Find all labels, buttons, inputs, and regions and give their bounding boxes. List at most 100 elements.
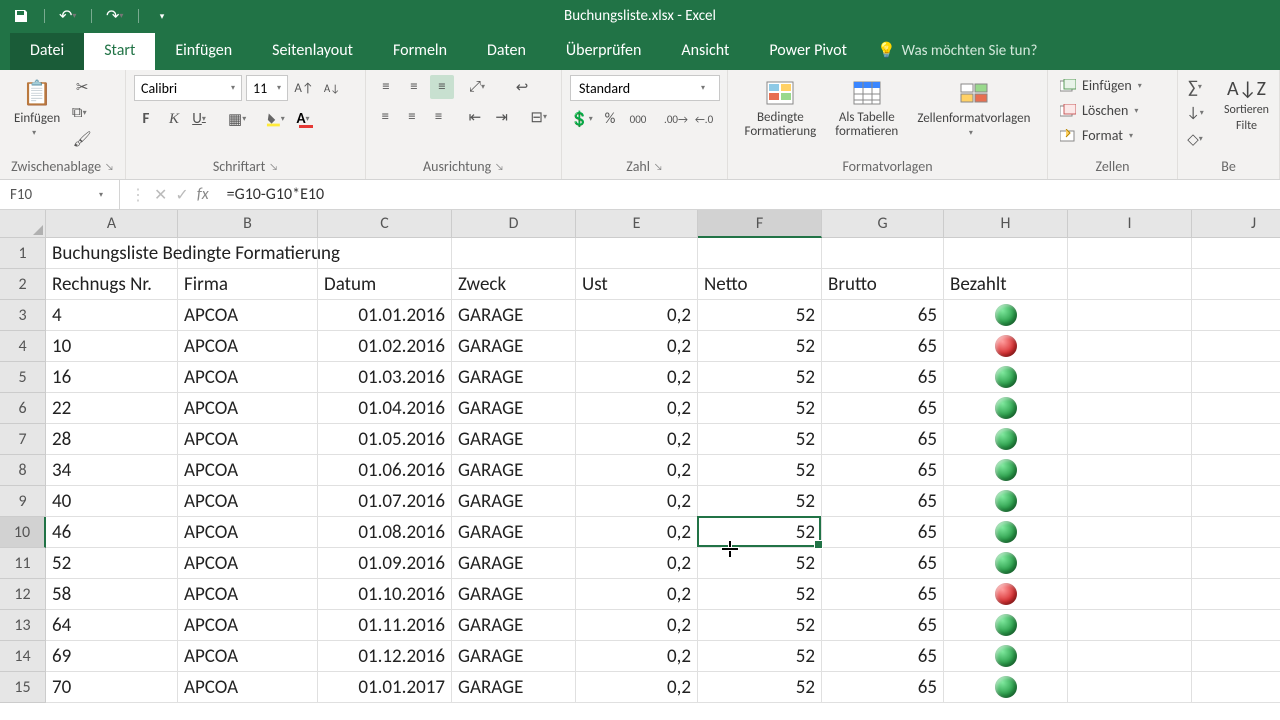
cell[interactable] [1068,486,1192,516]
cell[interactable] [1068,424,1192,454]
cell[interactable] [944,610,1068,640]
cell[interactable] [1068,579,1192,609]
cell[interactable]: 01.09.2016 [318,548,452,578]
chevron-down-icon[interactable]: ▾ [99,190,109,200]
fill-color-button[interactable]: ▾ [266,107,290,131]
cancel-formula-icon[interactable]: ✕ [154,185,167,205]
cell[interactable] [944,362,1068,392]
dialog-launcher-icon[interactable]: ↘ [654,160,663,173]
row-header[interactable]: 4 [0,331,46,362]
increase-decimal-icon[interactable]: .00→ [664,107,688,131]
chevron-down-icon[interactable]: ▾ [701,83,711,93]
cell[interactable]: APCOA [178,486,318,516]
thousands-format-icon[interactable]: 000 [626,107,650,131]
sort-filter-button[interactable]: A↓Z Sortieren Filte [1218,75,1275,151]
font-size-select[interactable]: ▾ [246,75,288,101]
cell[interactable]: Bezahlt [944,269,1068,299]
cell[interactable]: APCOA [178,672,318,702]
tab-formulas[interactable]: Formeln [373,33,467,70]
column-header[interactable]: H [944,210,1068,238]
paste-button[interactable]: 📋 Einfügen ▾ [8,75,66,151]
name-box[interactable]: F10 ▾ [0,180,120,209]
cell[interactable]: 0,2 [576,579,698,609]
align-bottom-icon[interactable]: ≡ [430,75,454,99]
cell[interactable]: 65 [822,610,944,640]
cell[interactable]: 01.04.2016 [318,393,452,423]
tab-powerpivot[interactable]: Power Pivot [749,33,867,70]
cell[interactable]: 58 [46,579,178,609]
cell[interactable] [944,672,1068,702]
orientation-icon[interactable]: ⤢▾ [468,75,492,99]
cell[interactable] [944,238,1068,268]
dialog-launcher-icon[interactable]: ↘ [269,160,278,173]
cell[interactable]: 65 [822,300,944,330]
cell[interactable]: GARAGE [452,393,576,423]
cut-icon[interactable]: ✂ [70,75,94,99]
cell[interactable]: 65 [822,517,944,547]
chevron-down-icon[interactable]: ▾ [72,11,77,21]
chevron-down-icon[interactable]: ▾ [119,11,124,21]
cell[interactable] [1192,548,1280,578]
select-all-corner[interactable] [0,210,46,238]
cell[interactable] [944,641,1068,671]
cell[interactable]: GARAGE [452,610,576,640]
cell[interactable] [1192,331,1280,361]
cell[interactable]: 01.10.2016 [318,579,452,609]
formula-input[interactable]: =G10-G10*E10 [219,180,1280,209]
row-header[interactable]: 13 [0,610,46,641]
cell[interactable]: GARAGE [452,455,576,485]
cell[interactable]: 28 [46,424,178,454]
cell[interactable]: 52 [698,517,822,547]
cell[interactable]: 0,2 [576,672,698,702]
cell[interactable]: 52 [698,393,822,423]
cell[interactable]: APCOA [178,641,318,671]
align-right-icon[interactable]: ≡ [427,105,450,129]
decrease-font-icon[interactable]: A↓ [320,76,344,100]
cell[interactable] [1068,610,1192,640]
cell[interactable]: 65 [822,424,944,454]
align-left-icon[interactable]: ≡ [374,105,397,129]
cell[interactable] [1068,641,1192,671]
row-header[interactable]: 2 [0,269,46,300]
fill-icon[interactable]: ↓▾ [1186,101,1210,125]
cell[interactable]: 01.02.2016 [318,331,452,361]
cell[interactable]: 01.07.2016 [318,486,452,516]
column-header[interactable]: E [576,210,698,238]
cell[interactable]: 01.12.2016 [318,641,452,671]
cell[interactable]: 0,2 [576,362,698,392]
tab-insert[interactable]: Einfügen [155,33,252,70]
undo-icon[interactable]: ↶▾ [59,7,77,25]
format-painter-icon[interactable]: 🖌 [70,127,94,151]
cell[interactable]: APCOA [178,424,318,454]
dialog-launcher-icon[interactable]: ↘ [105,160,114,173]
cell[interactable] [1192,641,1280,671]
cell[interactable] [822,238,944,268]
dialog-launcher-icon[interactable]: ↘ [495,160,504,173]
cell[interactable] [178,238,318,268]
row-header[interactable]: 8 [0,455,46,486]
cell[interactable]: 10 [46,331,178,361]
cell[interactable] [1068,331,1192,361]
cell[interactable] [944,424,1068,454]
percent-format-icon[interactable]: % [598,107,622,131]
cell[interactable]: 65 [822,548,944,578]
chevron-down-icon[interactable]: ▾ [277,83,287,93]
column-header[interactable]: C [318,210,452,238]
cell[interactable] [1192,579,1280,609]
tab-view[interactable]: Ansicht [661,33,749,70]
cell[interactable]: APCOA [178,362,318,392]
cell[interactable]: 70 [46,672,178,702]
redo-icon[interactable]: ↷▾ [106,7,124,25]
cell[interactable]: 52 [698,362,822,392]
cell[interactable]: APCOA [178,610,318,640]
merge-center-icon[interactable]: ⊟▾ [530,105,553,129]
cell[interactable]: 46 [46,517,178,547]
cell[interactable] [1068,517,1192,547]
cell[interactable]: APCOA [178,455,318,485]
cell[interactable] [944,393,1068,423]
cell[interactable]: 0,2 [576,486,698,516]
cell[interactable]: APCOA [178,517,318,547]
cell[interactable]: 0,2 [576,610,698,640]
decrease-decimal-icon[interactable]: ←.0 [692,107,716,131]
cell[interactable]: 0,2 [576,455,698,485]
